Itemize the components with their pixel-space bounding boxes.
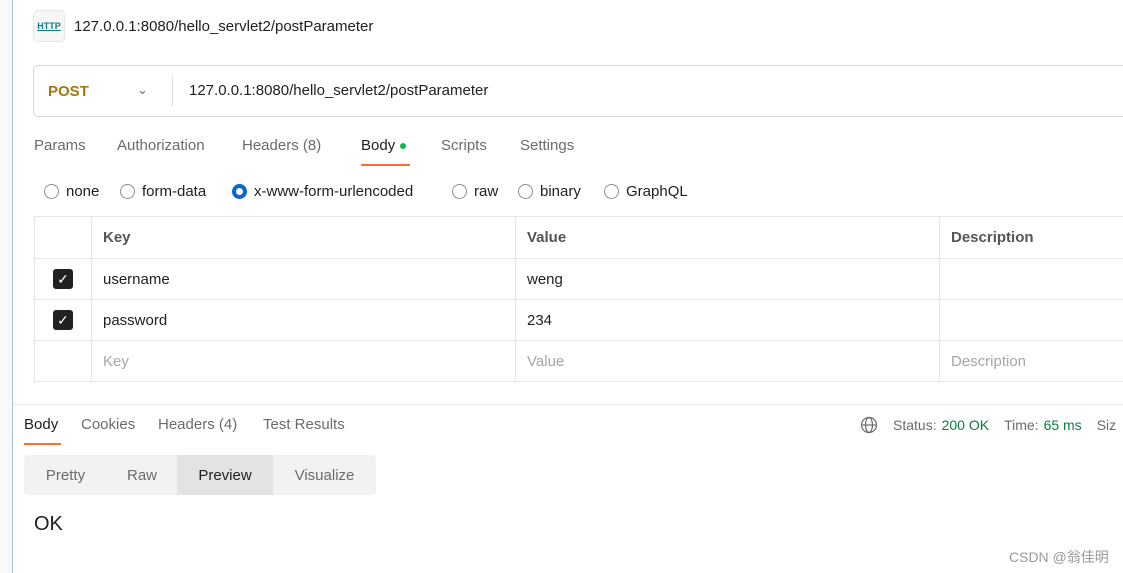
description-cell[interactable]	[939, 299, 1123, 341]
description-cell[interactable]	[939, 258, 1123, 300]
radio-raw[interactable]: raw	[452, 183, 498, 200]
watermark: CSDN @翁佳明	[1009, 549, 1109, 565]
radio-icon	[604, 184, 619, 199]
key-cell[interactable]: password	[91, 299, 516, 341]
radio-label: none	[66, 183, 100, 200]
divider	[172, 76, 173, 106]
radio-form-data[interactable]: form-data	[120, 183, 206, 200]
radio-x-www-form-urlencoded[interactable]: x-www-form-urlencoded	[232, 183, 413, 200]
checkbox-column-header	[34, 216, 92, 259]
value-cell[interactable]: 234	[515, 299, 940, 341]
radio-icon	[44, 184, 59, 199]
time-label: Time:	[1004, 417, 1039, 433]
request-title[interactable]: 127.0.0.1:8080/hello_servlet2/postParame…	[74, 18, 373, 35]
radio-graphql[interactable]: GraphQL	[604, 183, 688, 200]
view-selector: Pretty Raw Preview Visualize	[24, 455, 376, 495]
column-header-key: Key	[91, 216, 516, 259]
value-placeholder[interactable]: Value	[515, 340, 940, 382]
tab-scripts[interactable]: Scripts	[441, 137, 487, 154]
response-body-content: OK	[34, 513, 63, 535]
view-raw[interactable]: Raw	[107, 455, 177, 495]
radio-none[interactable]: none	[44, 183, 99, 200]
status-value[interactable]: 200 OK	[942, 417, 989, 433]
globe-icon[interactable]	[860, 416, 878, 434]
http-icon: HTTP	[33, 10, 65, 42]
radio-label: x-www-form-urlencoded	[254, 183, 414, 200]
view-visualize[interactable]: Visualize	[273, 455, 376, 495]
key-placeholder[interactable]: Key	[91, 340, 516, 382]
params-table: Key Value Description ✓ username weng ✓ …	[34, 216, 1123, 382]
radio-label: form-data	[142, 183, 207, 200]
active-response-tab-indicator	[24, 443, 61, 445]
view-pretty[interactable]: Pretty	[24, 455, 107, 495]
chevron-down-icon[interactable]: ⌄	[137, 82, 148, 98]
value-cell[interactable]: weng	[515, 258, 940, 300]
left-sidebar-edge	[0, 0, 13, 573]
table-row: ✓ username weng	[34, 258, 1123, 300]
table-header: Key Value Description	[34, 216, 1123, 259]
description-placeholder[interactable]: Description	[939, 340, 1123, 382]
size-label: Siz	[1096, 417, 1117, 433]
radio-icon	[120, 184, 135, 199]
response-meta: Status: 200 OK Time: 65 ms Siz	[860, 416, 1116, 434]
radio-icon	[518, 184, 533, 199]
tab-headers[interactable]: Headers (8)	[242, 137, 321, 154]
radio-selected-icon	[232, 184, 247, 199]
column-header-value: Value	[515, 216, 940, 259]
radio-icon	[452, 184, 467, 199]
radio-label: GraphQL	[626, 183, 688, 200]
modified-dot-icon	[400, 143, 407, 150]
active-tab-indicator	[361, 164, 410, 166]
radio-label: binary	[540, 183, 581, 200]
pane-divider[interactable]	[13, 404, 1123, 405]
tab-body-label: Body	[361, 137, 396, 154]
view-preview[interactable]: Preview	[177, 455, 273, 495]
table-row: ✓ password 234	[34, 299, 1123, 341]
tab-params[interactable]: Params	[34, 137, 86, 154]
column-header-description: Description	[939, 216, 1123, 259]
table-row-new: Key Value Description	[34, 340, 1123, 382]
tab-body[interactable]: Body	[361, 137, 407, 154]
response-tab-cookies[interactable]: Cookies	[81, 416, 135, 433]
status-label: Status:	[893, 417, 937, 433]
response-tab-headers[interactable]: Headers (4)	[158, 416, 237, 433]
checkbox-checked-icon[interactable]: ✓	[53, 310, 73, 330]
radio-binary[interactable]: binary	[518, 183, 581, 200]
checkbox-checked-icon[interactable]: ✓	[53, 269, 73, 289]
response-tab-body[interactable]: Body	[24, 416, 58, 433]
response-tab-test-results[interactable]: Test Results	[263, 416, 345, 433]
method-select[interactable]: POST	[48, 83, 89, 100]
tab-authorization[interactable]: Authorization	[117, 137, 205, 154]
key-cell[interactable]: username	[91, 258, 516, 300]
radio-label: raw	[474, 183, 499, 200]
time-value[interactable]: 65 ms	[1044, 417, 1082, 433]
url-input[interactable]: 127.0.0.1:8080/hello_servlet2/postParame…	[189, 82, 488, 99]
tab-settings[interactable]: Settings	[520, 137, 574, 154]
